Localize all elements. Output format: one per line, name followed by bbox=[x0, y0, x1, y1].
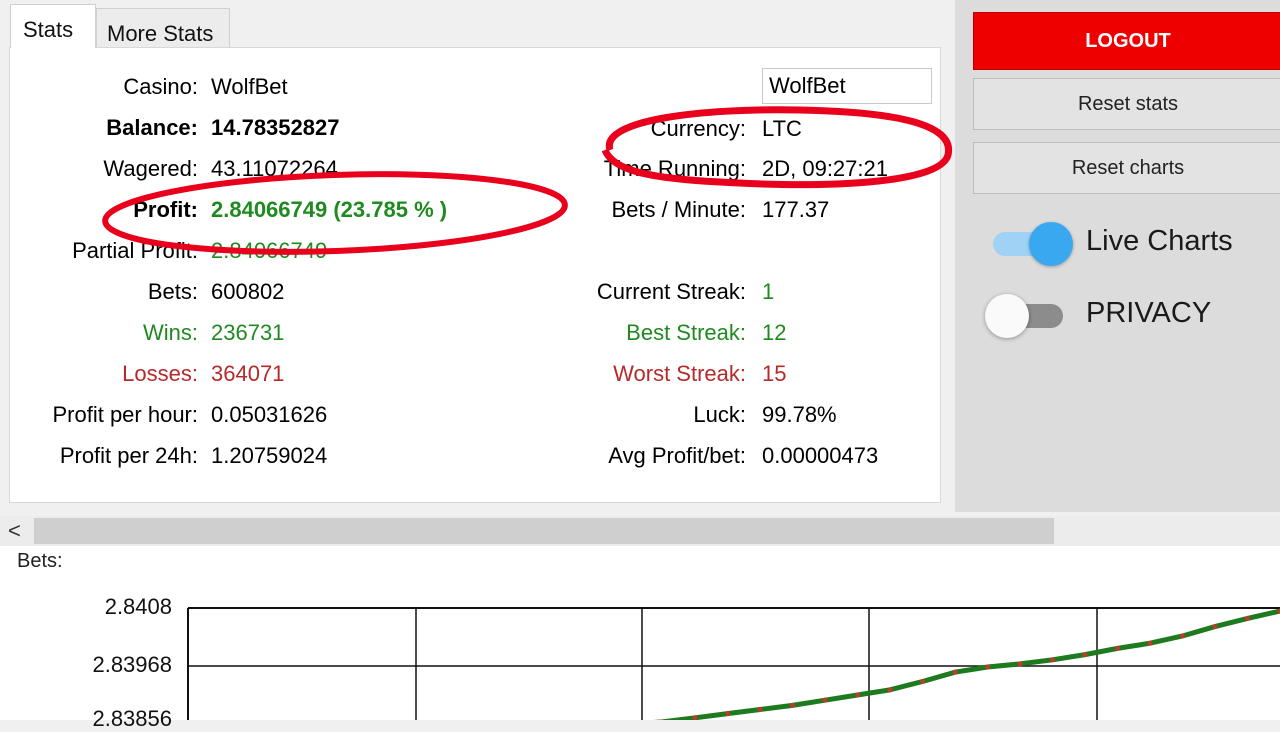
logout-button[interactable]: LOGOUT bbox=[973, 12, 1280, 70]
data-point bbox=[920, 679, 925, 684]
stat-label: Balance: bbox=[106, 113, 198, 143]
data-point bbox=[1245, 616, 1250, 621]
data-point bbox=[1050, 657, 1055, 662]
stat-value: 12 bbox=[762, 318, 786, 348]
data-point bbox=[953, 670, 958, 675]
live-charts-label: Live Charts bbox=[1086, 225, 1233, 258]
toggle-knob bbox=[985, 294, 1029, 338]
stat-label: Profit per hour: bbox=[52, 400, 198, 430]
reset-stats-button[interactable]: Reset stats bbox=[973, 78, 1280, 130]
stat-value: LTC bbox=[762, 114, 802, 144]
stat-label: Wins: bbox=[143, 318, 198, 348]
data-point bbox=[823, 698, 828, 703]
casino-select[interactable]: WolfBet bbox=[762, 68, 932, 104]
bets-chart-area: Bets: 2.84082.839682.83856 bbox=[0, 546, 1280, 720]
tab-more-stats[interactable]: More Stats bbox=[96, 8, 230, 48]
stat-value: 0.05031626 bbox=[211, 400, 327, 430]
data-point bbox=[790, 703, 795, 708]
data-point bbox=[1213, 624, 1218, 629]
bets-chart bbox=[0, 546, 1280, 720]
stat-label: Best Streak: bbox=[626, 318, 746, 348]
stat-value: 2D, 09:27:21 bbox=[762, 154, 888, 184]
privacy-label: PRIVACY bbox=[1086, 297, 1211, 330]
tab-stats[interactable]: Stats bbox=[10, 4, 96, 48]
data-point bbox=[725, 711, 730, 716]
data-point bbox=[855, 693, 860, 698]
stat-label: Profit: bbox=[133, 195, 198, 225]
data-point bbox=[758, 707, 763, 712]
stat-value: 177.37 bbox=[762, 195, 829, 225]
stat-value: 0.00000473 bbox=[762, 441, 878, 471]
data-point bbox=[985, 665, 990, 670]
stat-value: 600802 bbox=[211, 277, 284, 307]
stat-label: Worst Streak: bbox=[613, 359, 746, 389]
live-charts-toggle[interactable] bbox=[993, 220, 1083, 268]
stat-value: 2.84066749 (23.785 % ) bbox=[211, 195, 447, 225]
stat-value: 1.20759024 bbox=[211, 441, 327, 471]
horizontal-scrollbar[interactable]: < bbox=[0, 516, 1280, 546]
stat-label: Time Running: bbox=[604, 154, 746, 184]
data-point bbox=[1180, 633, 1185, 638]
stat-value: WolfBet bbox=[211, 72, 288, 102]
stat-label: Casino: bbox=[123, 72, 198, 102]
stat-value: 1 bbox=[762, 277, 774, 307]
scroll-left-arrow[interactable]: < bbox=[8, 516, 21, 546]
stat-label: Bets: bbox=[148, 277, 198, 307]
stat-value: 14.78352827 bbox=[211, 113, 339, 143]
data-point bbox=[1018, 661, 1023, 666]
stat-label: Luck: bbox=[693, 400, 746, 430]
data-point bbox=[1115, 646, 1120, 651]
control-sidebar: LOGOUT Reset stats Reset charts Live Cha… bbox=[955, 0, 1280, 512]
data-point bbox=[888, 687, 893, 692]
stat-label: Currency: bbox=[651, 114, 746, 144]
stat-value: 364071 bbox=[211, 359, 284, 389]
stat-label: Avg Profit/bet: bbox=[608, 441, 746, 471]
stat-label: Losses: bbox=[122, 359, 198, 389]
privacy-toggle[interactable] bbox=[985, 292, 1075, 340]
stat-value: 99.78% bbox=[762, 400, 837, 430]
stat-value: 43.11072264 bbox=[211, 154, 338, 184]
stat-value: 2.84066749 bbox=[211, 236, 327, 266]
reset-charts-button[interactable]: Reset charts bbox=[973, 142, 1280, 194]
stat-label: Profit per 24h: bbox=[60, 441, 198, 471]
data-point bbox=[1083, 652, 1088, 657]
scroll-thumb[interactable] bbox=[34, 518, 1054, 544]
stat-value: 236731 bbox=[211, 318, 284, 348]
stat-label: Bets / Minute: bbox=[611, 195, 746, 225]
stat-value: 15 bbox=[762, 359, 786, 389]
stat-label: Wagered: bbox=[103, 154, 198, 184]
stat-label: Partial Profit: bbox=[72, 236, 198, 266]
stat-label: Current Streak: bbox=[597, 277, 746, 307]
data-point bbox=[1148, 641, 1153, 646]
toggle-knob bbox=[1029, 222, 1073, 266]
